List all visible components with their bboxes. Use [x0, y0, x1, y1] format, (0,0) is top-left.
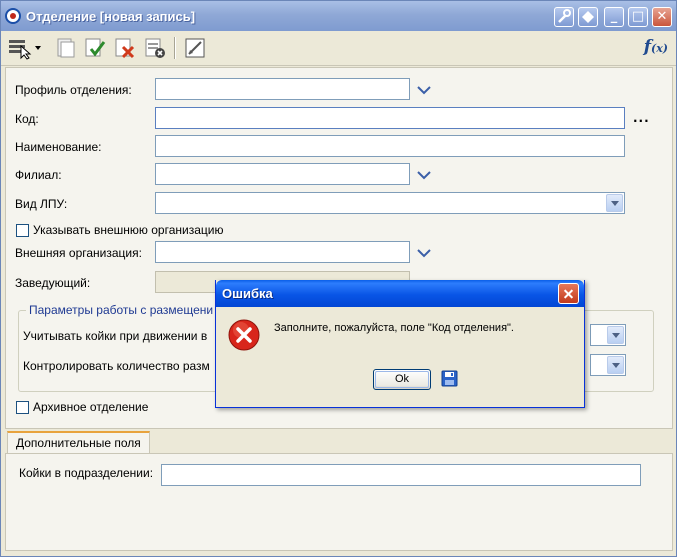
name-label: Наименование: — [15, 140, 102, 154]
dialog-titlebar[interactable]: Ошибка — [216, 280, 584, 307]
external-org-checkbox-label: Указывать внешнюю организацию — [33, 223, 224, 237]
name-input[interactable] — [155, 135, 625, 157]
branch-label: Филиал: — [15, 168, 62, 182]
save-check-icon[interactable] — [83, 36, 107, 60]
dialog-close-button[interactable] — [558, 283, 579, 304]
control-label: Контролировать количество разм — [23, 359, 210, 373]
dialog-title: Ошибка — [222, 286, 273, 301]
branch-input[interactable] — [155, 163, 410, 185]
app-icon — [5, 8, 21, 24]
archive-label: Архивное отделение — [33, 400, 149, 414]
external-org-input[interactable] — [155, 241, 410, 263]
copy-document-icon[interactable] — [53, 36, 77, 60]
error-icon — [228, 319, 260, 351]
tab-strip: Дополнительные поля — [5, 429, 671, 455]
select-fields-icon[interactable] — [7, 36, 41, 60]
delete-icon[interactable] — [113, 36, 137, 60]
dropdown-arrow-icon[interactable] — [607, 356, 624, 374]
head-label: Заведующий: — [15, 276, 91, 290]
chevron-down-icon[interactable] — [416, 84, 432, 96]
tools-icon[interactable] — [554, 7, 574, 27]
maximize-button[interactable]: □ — [628, 7, 648, 27]
toolbar: f(x) — [1, 31, 676, 66]
lpu-type-select[interactable] — [155, 192, 625, 214]
window-title: Отделение [новая запись] — [26, 9, 196, 24]
profile-input[interactable] — [155, 78, 410, 100]
floppy-disk-icon[interactable] — [441, 370, 458, 387]
help-icon[interactable] — [578, 7, 598, 27]
ok-button[interactable]: Ok — [373, 369, 431, 390]
code-more-button[interactable]: ... — [633, 111, 650, 125]
code-label: Код: — [15, 112, 39, 126]
chevron-down-icon[interactable] — [416, 169, 432, 181]
minimize-button[interactable]: _ — [604, 7, 624, 27]
wrench-icon — [558, 9, 571, 23]
profile-label: Профиль отделения: — [15, 83, 132, 97]
dropdown-arrow-icon[interactable] — [606, 194, 623, 212]
main-window: Отделение [новая запись] _ □ ✕ f(x) Проф… — [0, 0, 677, 557]
beds-in-unit-label: Койки в подразделении: — [19, 466, 154, 480]
window-titlebar[interactable]: Отделение [новая запись] _ □ ✕ — [1, 1, 676, 31]
external-org-checkbox[interactable] — [16, 224, 29, 237]
lpu-type-label: Вид ЛПУ: — [15, 197, 68, 211]
toolbar-separator — [174, 37, 176, 59]
tab-panel: Койки в подразделении: — [5, 453, 673, 551]
dropdown-arrow-icon[interactable] — [607, 326, 624, 344]
formula-icon[interactable]: f(x) — [644, 37, 668, 57]
params-group-title: Параметры работы с размещени — [26, 303, 217, 317]
archive-checkbox[interactable] — [16, 401, 29, 414]
beds-in-unit-input[interactable] — [161, 464, 641, 486]
close-button[interactable]: ✕ — [652, 7, 672, 27]
control-select[interactable] — [590, 354, 626, 376]
chevron-down-icon[interactable] — [416, 247, 432, 259]
beds-select[interactable] — [590, 324, 626, 346]
external-org-label: Внешняя организация: — [15, 246, 142, 260]
edit-frame-icon[interactable] — [183, 36, 207, 60]
dialog-message: Заполните, пожалуйста, поле "Код отделен… — [274, 322, 514, 334]
diamond-icon — [582, 11, 594, 23]
error-dialog: Ошибка Заполните, пожалуйста, поле "Код … — [215, 280, 585, 408]
tab-additional-fields[interactable]: Дополнительные поля — [7, 431, 150, 455]
beds-label: Учитывать койки при движении в — [23, 329, 208, 343]
code-input[interactable] — [155, 107, 625, 129]
cancel-icon[interactable] — [143, 36, 167, 60]
